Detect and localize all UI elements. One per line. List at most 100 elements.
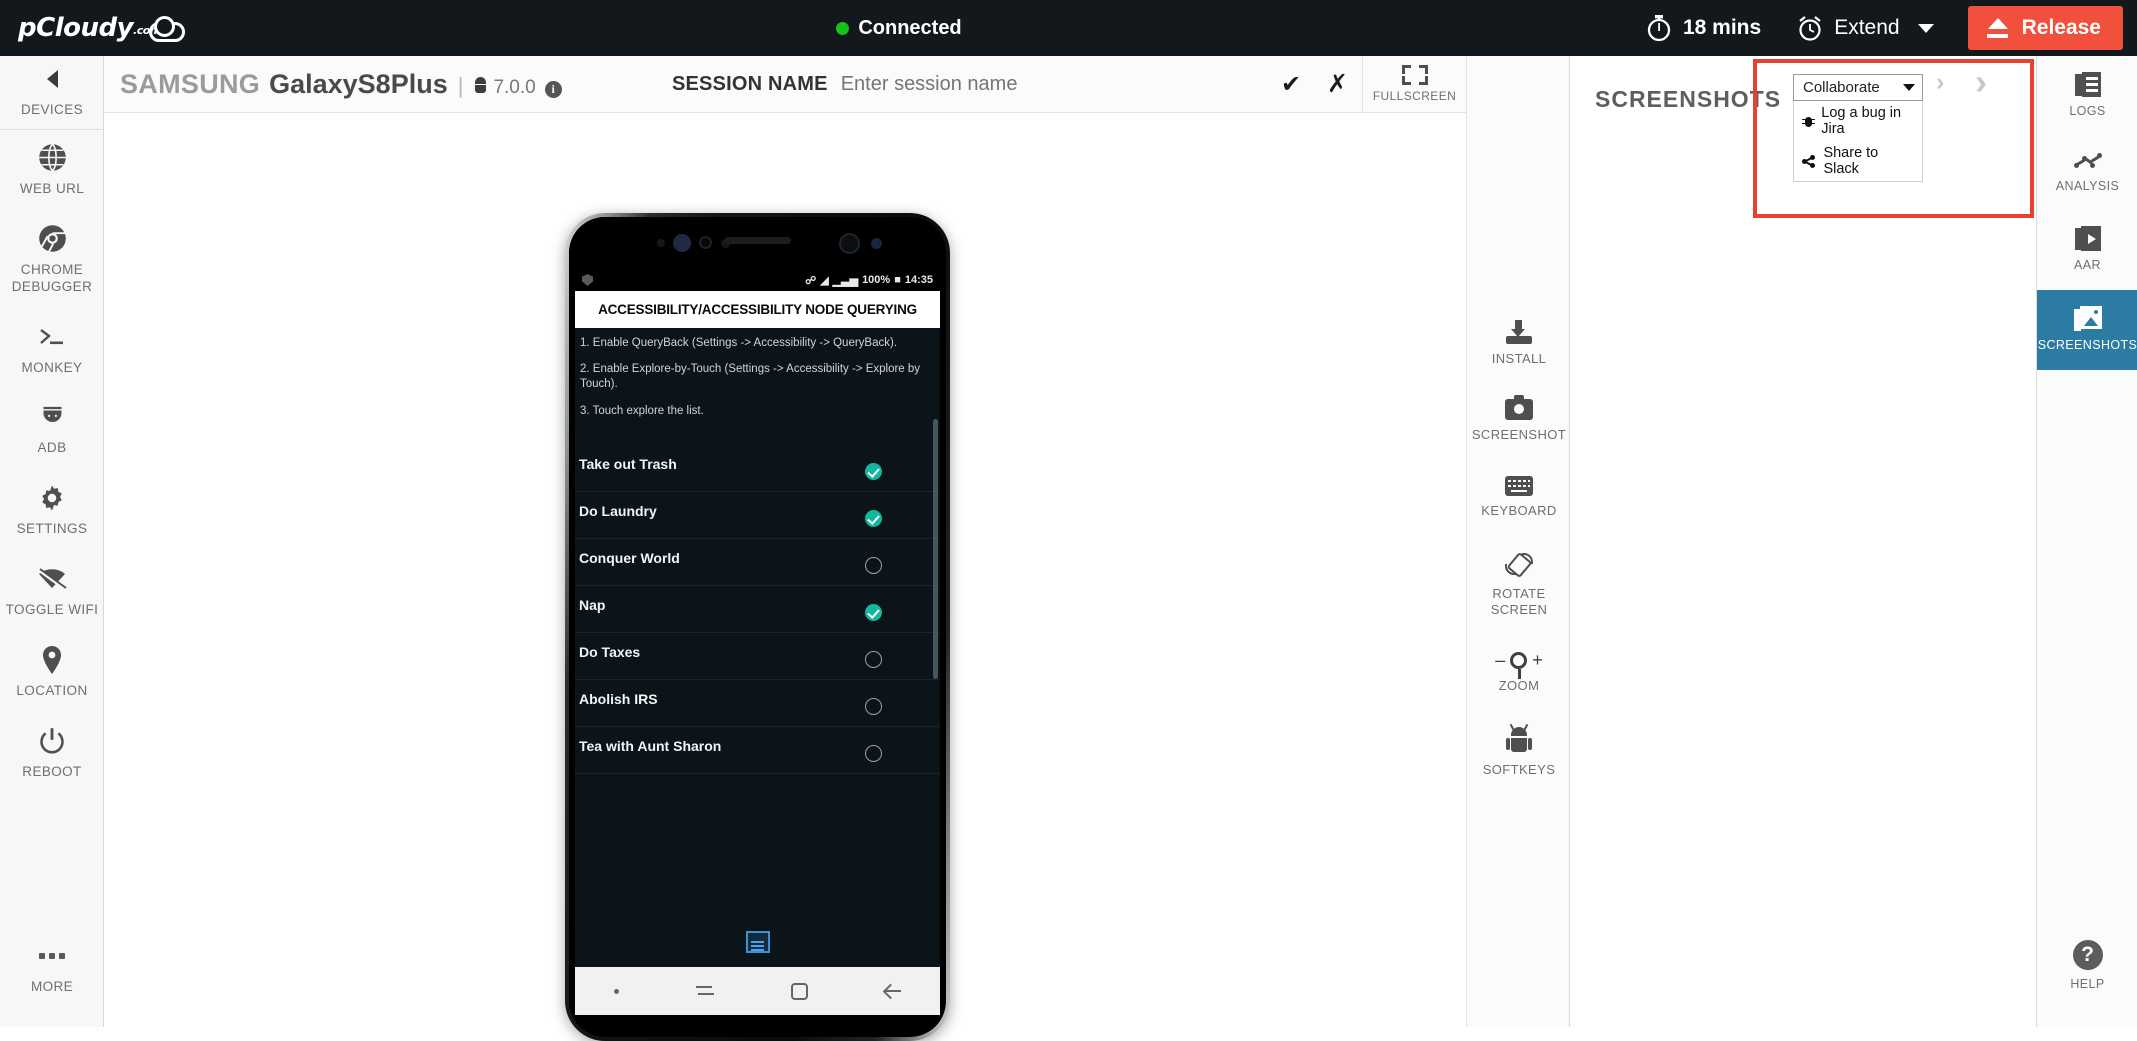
- android-os-icon: [473, 76, 488, 93]
- os-version-label: 7.0.0: [493, 76, 536, 98]
- recents-icon[interactable]: [695, 984, 714, 998]
- left-sidebar: DEVICES WEB URL CHROME DEBUGGER MONKEY A…: [0, 56, 104, 1027]
- list-item[interactable]: Do Taxes: [575, 633, 940, 680]
- home-icon[interactable]: [791, 982, 809, 1000]
- android-robot-icon: [1506, 723, 1532, 755]
- tool-label: KEYBOARD: [1481, 502, 1557, 518]
- sidebar-item-logs[interactable]: LOGS: [2037, 56, 2137, 136]
- bluetooth-icon: ☍: [805, 274, 817, 287]
- iris-scanner-icon: [673, 234, 691, 252]
- instruction-line: 2. Enable Explore-by-Touch (Settings -> …: [580, 363, 921, 391]
- extend-session-button[interactable]: Extend: [1779, 0, 1951, 56]
- menu-item-label: Log a bug in Jira: [1821, 105, 1902, 137]
- map-pin-icon: [40, 645, 64, 675]
- collaborate-dropdown: Collaborate Log a bug in Jira Share to S…: [1793, 74, 1923, 182]
- sidebar-item-devices[interactable]: DEVICES: [0, 56, 104, 130]
- proximity-sensor-icon: [699, 236, 712, 249]
- next-arrow-small-icon[interactable]: ›: [1936, 68, 1944, 97]
- wifi-icon: ◢: [820, 274, 829, 287]
- sidebar-item-adb[interactable]: ADB: [0, 389, 104, 470]
- zoom-in-label[interactable]: +: [1532, 650, 1543, 671]
- android-status-bar: ☍ ◢ ▁▃▅ 100% ■ 14:35: [575, 269, 940, 291]
- help-icon: ?: [2072, 940, 2103, 971]
- chrome-icon: [38, 224, 67, 254]
- help-button[interactable]: ? HELP: [2037, 924, 2137, 1009]
- list-item[interactable]: Do Laundry: [575, 492, 940, 539]
- check-icon[interactable]: ✔: [1281, 70, 1301, 99]
- collaborate-selected-label: Collaborate: [1803, 79, 1880, 96]
- collaborate-menu: Log a bug in Jira Share to Slack: [1793, 101, 1923, 182]
- back-icon[interactable]: [885, 983, 902, 999]
- menu-item-log-bug-jira[interactable]: Log a bug in Jira: [1794, 101, 1922, 141]
- sensor-icon: [657, 239, 665, 247]
- list-item[interactable]: Take out Trash: [575, 445, 940, 492]
- tool-label: INSTALL: [1491, 351, 1547, 366]
- checkbox-unchecked-icon[interactable]: [865, 697, 882, 715]
- menu-item-share-slack[interactable]: Share to Slack: [1794, 141, 1922, 181]
- collaborate-select[interactable]: Collaborate: [1793, 74, 1923, 101]
- softkeys-button[interactable]: SOFTKEYS: [1467, 711, 1571, 794]
- chevron-down-icon[interactable]: [1917, 23, 1934, 33]
- sidebar-item-chrome-debugger[interactable]: CHROME DEBUGGER: [0, 211, 104, 309]
- rotate-screen-button[interactable]: ROTATE SCREEN: [1467, 535, 1571, 635]
- tool-label: ROTATE SCREEN: [1490, 585, 1548, 617]
- help-label: HELP: [2070, 977, 2105, 992]
- next-arrow-large-icon[interactable]: ›: [1975, 61, 1987, 103]
- dot-icon[interactable]: [613, 988, 619, 994]
- device-screen[interactable]: ☍ ◢ ▁▃▅ 100% ■ 14:35 ACCESSIBILITY/ACCES…: [575, 269, 940, 967]
- list-item[interactable]: Conquer World: [575, 539, 940, 586]
- sidebar-item-label: LOCATION: [16, 683, 88, 698]
- screen-scrollbar[interactable]: [933, 419, 938, 679]
- sidebar-item-aar[interactable]: AAR: [2037, 210, 2137, 290]
- list-item[interactable]: Tea with Aunt Sharon: [575, 727, 940, 774]
- status-dot-icon: [836, 21, 850, 35]
- list-item[interactable]: Abolish IRS: [575, 680, 940, 727]
- list-item[interactable]: Nap: [575, 586, 940, 633]
- globe-icon: [38, 143, 67, 173]
- sidebar-item-label: SCREENSHOTS: [2037, 337, 2137, 352]
- checkbox-unchecked-icon[interactable]: [865, 650, 882, 668]
- battery-icon: ■: [894, 274, 901, 286]
- right-sidebar: LOGS ANALYSIS AAR SCREENSHOTS ? HELP: [2036, 56, 2137, 1027]
- sidebar-item-location[interactable]: LOCATION: [0, 632, 104, 713]
- todo-label: Tea with Aunt Sharon: [579, 738, 722, 755]
- sidebar-item-monkey[interactable]: MONKEY: [0, 309, 104, 390]
- screenshot-button[interactable]: SCREENSHOT: [1467, 383, 1571, 459]
- sidebar-item-web-url[interactable]: WEB URL: [0, 130, 104, 211]
- sidebar-item-toggle-wifi[interactable]: TOGGLE WIFI: [0, 551, 104, 632]
- device-phone-frame: ☍ ◢ ▁▃▅ 100% ■ 14:35 ACCESSIBILITY/ACCES…: [565, 213, 950, 1041]
- release-button[interactable]: Release: [1967, 6, 2123, 50]
- chevron-down-icon[interactable]: [1903, 84, 1915, 91]
- sidebar-item-label: DEVICES: [20, 102, 84, 117]
- sidebar-item-analysis[interactable]: ANALYSIS: [2037, 136, 2137, 211]
- sidebar-item-screenshots[interactable]: SCREENSHOTS: [2037, 289, 2137, 370]
- device-title: SAMSUNG GalaxyS8Plus | 7.0.0 i: [104, 69, 562, 100]
- sidebar-item-more[interactable]: MORE: [0, 928, 104, 1009]
- install-button[interactable]: INSTALL: [1467, 304, 1571, 383]
- front-camera-icon: [839, 233, 860, 254]
- checkbox-unchecked-icon[interactable]: [865, 744, 882, 762]
- sidebar-item-settings[interactable]: SETTINGS: [0, 470, 104, 551]
- signal-icon: ▁▃▅: [832, 274, 859, 287]
- checkbox-checked-icon[interactable]: [865, 603, 882, 621]
- video-icon: [2074, 226, 2101, 252]
- session-timer-label: 18 mins: [1682, 16, 1762, 39]
- info-icon[interactable]: i: [544, 80, 562, 98]
- close-icon[interactable]: ✗: [1327, 69, 1348, 99]
- sidebar-item-reboot[interactable]: REBOOT: [0, 713, 104, 794]
- session-name-input[interactable]: [840, 72, 1171, 96]
- top-bar-actions: 18 mins Extend Release: [1628, 0, 2137, 56]
- zoom-control[interactable]: – + ZOOM: [1467, 634, 1571, 710]
- todo-label: Do Laundry: [579, 503, 657, 520]
- keyboard-button[interactable]: KEYBOARD: [1467, 460, 1571, 535]
- shield-icon: [582, 274, 593, 286]
- checkbox-checked-icon[interactable]: [865, 462, 882, 480]
- tool-label: ZOOM: [1498, 678, 1540, 694]
- checkbox-unchecked-icon[interactable]: [865, 556, 882, 574]
- zoom-out-label[interactable]: –: [1495, 650, 1505, 671]
- checkbox-checked-icon[interactable]: [865, 509, 882, 527]
- cloud-icon: [147, 16, 186, 42]
- logs-icon: [2074, 72, 2101, 97]
- fullscreen-button[interactable]: FULLSCREEN: [1362, 55, 1466, 113]
- pcloudy-logo[interactable]: pCloudy.com: [0, 0, 186, 56]
